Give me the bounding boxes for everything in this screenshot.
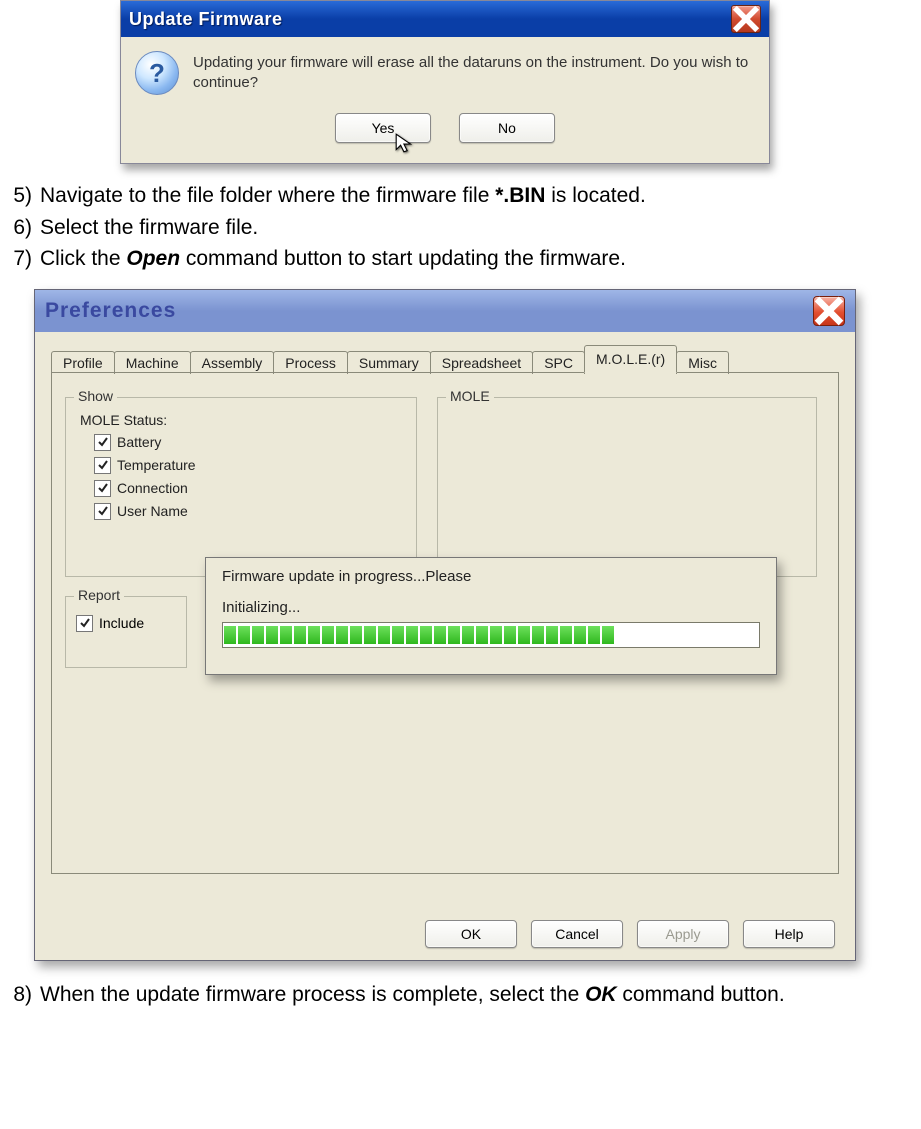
dialog2-titlebar: Preferences	[35, 290, 855, 332]
tab-summary[interactable]: Summary	[347, 351, 431, 374]
tab-spreadsheet-label: Spreadsheet	[442, 355, 521, 371]
progress-segment	[378, 626, 390, 644]
progress-line2: Initializing...	[222, 599, 776, 616]
tab-machine-label: Machine	[126, 355, 179, 371]
tab-spc-label: SPC	[544, 355, 573, 371]
progress-segment	[308, 626, 320, 644]
yes-button[interactable]: Yes	[335, 113, 431, 143]
tab-assembly-label: Assembly	[202, 355, 263, 371]
ok-label: OK	[461, 926, 481, 942]
progress-segment	[490, 626, 502, 644]
close-icon[interactable]	[813, 296, 845, 326]
no-label: No	[498, 120, 516, 136]
tab-profile[interactable]: Profile	[51, 351, 115, 374]
tab-mole[interactable]: M.O.L.E.(r)	[584, 345, 677, 373]
progress-segment	[322, 626, 334, 644]
progress-segment	[574, 626, 586, 644]
progress-segment	[476, 626, 488, 644]
progress-segment	[532, 626, 544, 644]
step5-bold: *.BIN	[495, 184, 545, 207]
cursor-icon	[394, 132, 416, 157]
step5-pre: Navigate to the file folder where the fi…	[40, 184, 495, 207]
step-7: 7) Click the Open command button to star…	[0, 243, 921, 275]
progress-segment	[392, 626, 404, 644]
tab-spc[interactable]: SPC	[532, 351, 585, 374]
progress-segment	[294, 626, 306, 644]
progress-segment	[462, 626, 474, 644]
progress-popup: Firmware update in progress...Please Ini…	[205, 557, 777, 675]
tabs: Profile Machine Assembly Process Summary…	[51, 346, 839, 373]
ok-button[interactable]: OK	[425, 920, 517, 948]
dialog1-message: Updating your firmware will erase all th…	[193, 53, 755, 95]
progress-segment	[504, 626, 516, 644]
progress-segment	[238, 626, 250, 644]
step7-pre: Click the	[40, 247, 126, 270]
dialog2-button-row: OK Cancel Apply Help	[35, 908, 855, 960]
tab-summary-label: Summary	[359, 355, 419, 371]
tab-profile-label: Profile	[63, 355, 103, 371]
progress-segment	[546, 626, 558, 644]
step5-num: 5)	[0, 180, 32, 212]
step-8: 8) When the update firmware process is c…	[0, 979, 921, 1011]
dialog-update-firmware: Update Firmware ? Updating your firmware…	[120, 0, 770, 164]
step7-post: command button to start updating the fir…	[180, 247, 626, 270]
close-icon[interactable]	[731, 5, 761, 33]
apply-button: Apply	[637, 920, 729, 948]
step7-num: 7)	[0, 243, 32, 275]
progress-segment	[350, 626, 362, 644]
dialog1-titlebar: Update Firmware	[121, 1, 769, 37]
apply-label: Apply	[665, 926, 700, 942]
tab-process-label: Process	[285, 355, 336, 371]
progress-segment	[266, 626, 278, 644]
progress-segment	[406, 626, 418, 644]
dialog2-title: Preferences	[45, 299, 176, 323]
progress-segment	[420, 626, 432, 644]
tab-misc-label: Misc	[688, 355, 717, 371]
dialog1-title: Update Firmware	[129, 9, 283, 30]
tab-assembly[interactable]: Assembly	[190, 351, 275, 374]
progress-segment	[434, 626, 446, 644]
tab-spreadsheet[interactable]: Spreadsheet	[430, 351, 533, 374]
step5-post: is located.	[545, 184, 645, 207]
progress-bar	[222, 622, 760, 648]
cancel-label: Cancel	[555, 926, 599, 942]
tab-mole-label: M.O.L.E.(r)	[596, 351, 665, 367]
progress-segment	[252, 626, 264, 644]
tab-process[interactable]: Process	[273, 351, 348, 374]
progress-segment	[280, 626, 292, 644]
step8-pre: When the update firmware process is comp…	[40, 983, 585, 1006]
progress-segment	[364, 626, 376, 644]
step6-num: 6)	[0, 212, 32, 244]
progress-segment	[336, 626, 348, 644]
progress-segment	[448, 626, 460, 644]
step-5: 5) Navigate to the file folder where the…	[0, 180, 921, 212]
step8-num: 8)	[0, 979, 32, 1011]
question-icon: ?	[135, 51, 179, 95]
step-6: 6) Select the firmware file.	[0, 212, 921, 244]
tab-machine[interactable]: Machine	[114, 351, 191, 374]
yes-label: Yes	[372, 120, 395, 136]
tab-misc[interactable]: Misc	[676, 351, 729, 374]
step6-text: Select the firmware file.	[40, 212, 258, 244]
progress-segment	[560, 626, 572, 644]
progress-segment	[224, 626, 236, 644]
dialog-preferences: Preferences Profile Machine Assembly Pro…	[34, 289, 856, 961]
step7-bi: Open	[126, 247, 180, 270]
progress-segment	[588, 626, 600, 644]
help-button[interactable]: Help	[743, 920, 835, 948]
cancel-button[interactable]: Cancel	[531, 920, 623, 948]
step8-post: command button.	[617, 983, 785, 1006]
progress-line1: Firmware update in progress...Please	[222, 568, 776, 585]
help-label: Help	[775, 926, 804, 942]
step8-bi: OK	[585, 983, 617, 1006]
progress-segment	[602, 626, 614, 644]
no-button[interactable]: No	[459, 113, 555, 143]
progress-segment	[518, 626, 530, 644]
